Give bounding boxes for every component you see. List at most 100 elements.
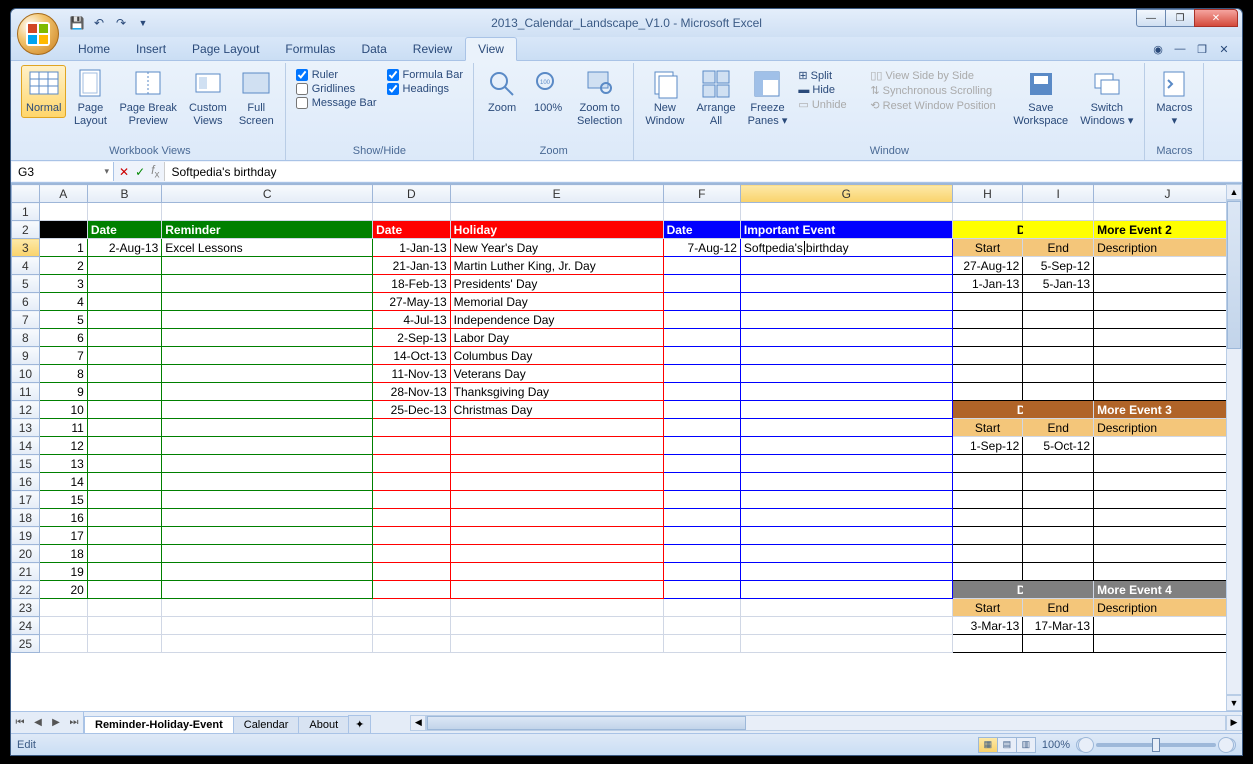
tab-data[interactable]: Data (348, 37, 399, 60)
row-header-8[interactable]: 8 (12, 329, 40, 347)
row-header-11[interactable]: 11 (12, 383, 40, 401)
col-header-A[interactable]: A (39, 185, 87, 203)
cell-D21[interactable] (373, 563, 451, 581)
cell-A10[interactable]: 8 (39, 365, 87, 383)
row-header-16[interactable]: 16 (12, 473, 40, 491)
cell-D13[interactable] (373, 419, 451, 437)
row-header-18[interactable]: 18 (12, 509, 40, 527)
row-header-6[interactable]: 6 (12, 293, 40, 311)
cell-A8[interactable]: 6 (39, 329, 87, 347)
row-header-21[interactable]: 21 (12, 563, 40, 581)
cell-C20[interactable] (162, 545, 373, 563)
cell-J8[interactable] (1094, 329, 1242, 347)
zoom-button[interactable]: Zoom (480, 65, 524, 118)
row-header-24[interactable]: 24 (12, 617, 40, 635)
select-all-corner[interactable] (12, 185, 40, 203)
cell-E25[interactable] (450, 635, 663, 653)
cell-B5[interactable] (87, 275, 161, 293)
cell-F10[interactable] (663, 365, 740, 383)
cell-G19[interactable] (740, 527, 952, 545)
cell-F20[interactable] (663, 545, 740, 563)
cell-D4[interactable]: 21-Jan-13 (373, 257, 451, 275)
cell-I1[interactable] (1023, 203, 1094, 221)
cell-A24[interactable] (39, 617, 87, 635)
cell-J16[interactable] (1094, 473, 1242, 491)
cell-I17[interactable] (1023, 491, 1094, 509)
row-header-15[interactable]: 15 (12, 455, 40, 473)
cell-C16[interactable] (162, 473, 373, 491)
cell-I18[interactable] (1023, 509, 1094, 527)
cell-I16[interactable] (1023, 473, 1094, 491)
cell-I23[interactable]: End (1023, 599, 1094, 617)
first-sheet-button[interactable]: ⏮ (11, 717, 29, 728)
cell-G25[interactable] (740, 635, 952, 653)
cell-F1[interactable] (663, 203, 740, 221)
cell-H6[interactable] (952, 293, 1023, 311)
cell-J5[interactable] (1094, 275, 1242, 293)
messagebar-checkbox[interactable]: Message Bar (296, 97, 377, 109)
cell-E19[interactable] (450, 527, 663, 545)
cell-I14[interactable]: 5-Oct-12 (1023, 437, 1094, 455)
cell-G20[interactable] (740, 545, 952, 563)
cell-F17[interactable] (663, 491, 740, 509)
zoom-level[interactable]: 100% (1042, 739, 1070, 751)
cell-G12[interactable] (740, 401, 952, 419)
gridlines-checkbox[interactable]: Gridlines (296, 83, 377, 95)
cell-C25[interactable] (162, 635, 373, 653)
cell-E1[interactable] (450, 203, 663, 221)
cell-I15[interactable] (1023, 455, 1094, 473)
cell-H11[interactable] (952, 383, 1023, 401)
cell-H21[interactable] (952, 563, 1023, 581)
cell-F24[interactable] (663, 617, 740, 635)
cell-F21[interactable] (663, 563, 740, 581)
cell-A19[interactable]: 17 (39, 527, 87, 545)
tab-page-layout[interactable]: Page Layout (179, 37, 272, 60)
cell-C23[interactable] (162, 599, 373, 617)
cell-J19[interactable] (1094, 527, 1242, 545)
cell-D12[interactable]: 25-Dec-13 (373, 401, 451, 419)
cell-G8[interactable] (740, 329, 952, 347)
cell-G7[interactable] (740, 311, 952, 329)
cell-A3[interactable]: 1 (39, 239, 87, 257)
cell-B18[interactable] (87, 509, 161, 527)
cell-B10[interactable] (87, 365, 161, 383)
cell-I3[interactable]: End (1023, 239, 1094, 257)
cell-G14[interactable] (740, 437, 952, 455)
row-header-13[interactable]: 13 (12, 419, 40, 437)
unhide-button[interactable]: ▭ Unhide (798, 98, 860, 111)
col-header-D[interactable]: D (373, 185, 451, 203)
cell-B22[interactable] (87, 581, 161, 599)
ruler-checkbox[interactable]: Ruler (296, 69, 377, 81)
last-sheet-button[interactable]: ⏭ (65, 717, 83, 728)
cell-F9[interactable] (663, 347, 740, 365)
cell-I9[interactable] (1023, 347, 1094, 365)
cell-B21[interactable] (87, 563, 161, 581)
office-button[interactable] (17, 13, 59, 55)
cell-G18[interactable] (740, 509, 952, 527)
cell-I2[interactable] (1023, 221, 1094, 239)
cell-C2[interactable]: Reminder (162, 221, 373, 239)
cell-G2[interactable]: Important Event (740, 221, 952, 239)
cell-C6[interactable] (162, 293, 373, 311)
cell-G22[interactable] (740, 581, 952, 599)
qat-more-icon[interactable]: ▼ (133, 13, 153, 33)
cell-F8[interactable] (663, 329, 740, 347)
row-header-25[interactable]: 25 (12, 635, 40, 653)
cell-G3[interactable]: Softpedia'sbirthday (740, 239, 952, 257)
cell-E17[interactable] (450, 491, 663, 509)
row-header-3[interactable]: 3 (12, 239, 40, 257)
restore-workbook-icon[interactable]: ❐ (1194, 41, 1210, 57)
maximize-button[interactable]: ❐ (1165, 9, 1195, 27)
cell-J22[interactable]: More Event 4 (1094, 581, 1242, 599)
reset-position-button[interactable]: ⟲ Reset Window Position (870, 99, 1002, 112)
freeze-panes-button[interactable]: Freeze Panes ▾ (743, 65, 793, 131)
redo-icon[interactable]: ↷ (111, 13, 131, 33)
cell-A11[interactable]: 9 (39, 383, 87, 401)
cell-A17[interactable]: 15 (39, 491, 87, 509)
cell-F6[interactable] (663, 293, 740, 311)
col-header-G[interactable]: G (740, 185, 952, 203)
col-header-C[interactable]: C (162, 185, 373, 203)
sync-scroll-button[interactable]: ⇅ Synchronous Scrolling (870, 84, 1002, 97)
cell-J15[interactable] (1094, 455, 1242, 473)
col-header-E[interactable]: E (450, 185, 663, 203)
